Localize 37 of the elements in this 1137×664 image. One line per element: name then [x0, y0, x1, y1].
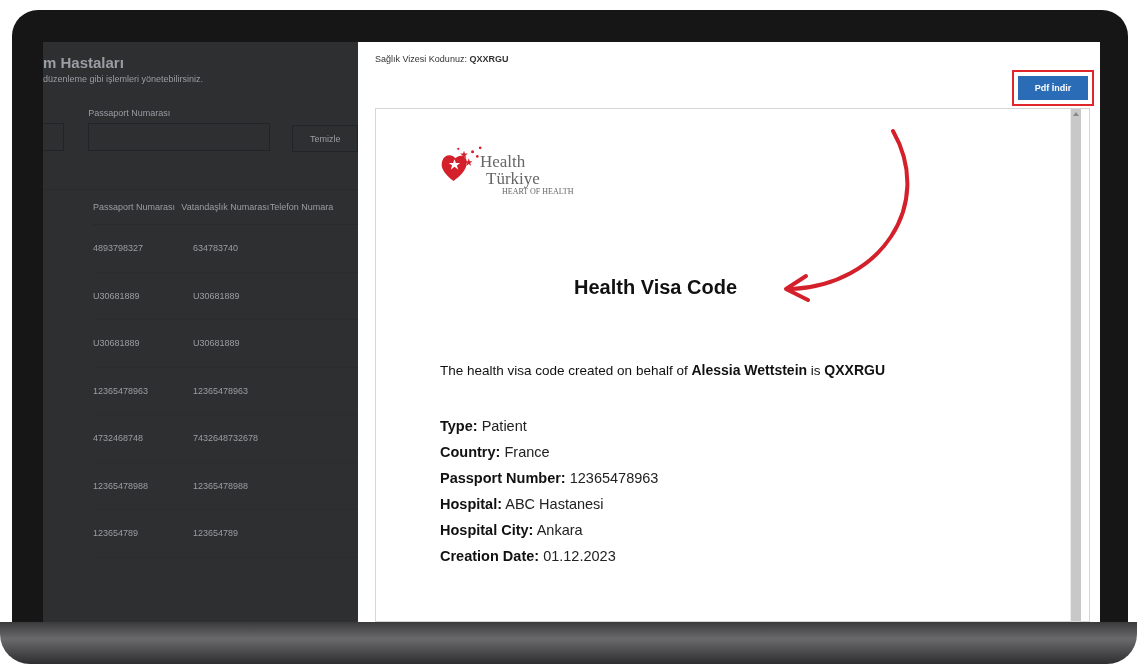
page-subtitle: düzenleme gibi işlemleri yönetebilirsiniz. [43, 74, 205, 84]
table-cell-text: 634783740 [193, 243, 240, 254]
logo-tagline: HEART OF HEALTH [502, 188, 574, 196]
logo-text: Health [480, 153, 527, 170]
detail-line: Type: Patient [440, 418, 528, 436]
logo-text: Türkiye [486, 170, 541, 187]
table-cell-text: U30681889 [93, 290, 141, 301]
scrollbar[interactable] [1070, 109, 1081, 621]
table-cell-text: 12365478988 [193, 480, 250, 491]
table-cell-text: 4893798327 [93, 243, 145, 254]
table-cell-text: 12365478963 [93, 385, 150, 396]
table-cell-text: U30681889 [193, 338, 241, 349]
detail-line: Creation Date: 01.12.2023 [440, 548, 617, 566]
table-cell-text: 4732468748 [93, 433, 145, 444]
page-title: m Hastaları [43, 54, 125, 71]
input-field[interactable] [43, 123, 65, 151]
detail-line: Hospital City: Ankara [440, 522, 584, 540]
table-cell-text: 12365478963 [193, 385, 250, 396]
column-header: Vatandaşlık Numarası [181, 202, 270, 212]
document-heading: Health Visa Code [573, 276, 739, 299]
field-label: Passaport Numarası [88, 108, 172, 118]
column-header: Passaport Numarası [93, 202, 177, 212]
scroll-up-icon[interactable] [1073, 112, 1079, 116]
table-cell-text: 12365478988 [93, 480, 150, 491]
detail-line: Country: France [440, 444, 551, 462]
table-cell-text: U30681889 [193, 290, 241, 301]
detail-line: Passport Number: 12365478963 [440, 470, 660, 488]
table-cell-text: 7432648732678 [193, 433, 260, 444]
pdf-download-button[interactable]: Pdf İndir [1018, 76, 1088, 100]
table-cell-text: 123654789 [93, 528, 140, 539]
table-cell-text: 123654789 [193, 528, 240, 539]
visa-sentence: The health visa code created on behalf of Alessia Wettstein is QXXRGU [440, 362, 887, 378]
detail-line: Hospital: ABC Hastanesi [440, 496, 605, 514]
visa-code-label: Sağlık Vizesi Kodunuz: QXXRGU [375, 54, 510, 64]
table-cell-text: U30681889 [93, 338, 141, 349]
clear-button[interactable]: Temizle [292, 125, 358, 152]
column-header: Telefon Numara [269, 202, 335, 212]
